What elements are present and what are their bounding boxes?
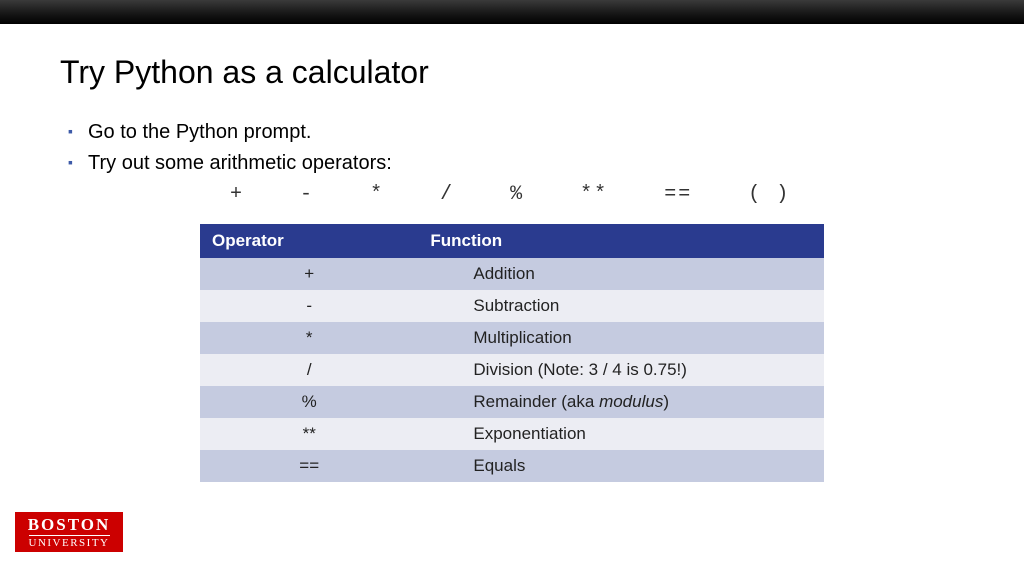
table-row: * Multiplication [200,322,824,354]
cell-function: Remainder (aka modulus) [418,386,824,418]
cell-text-italic: modulus [599,392,663,411]
table-row: ** Exponentiation [200,418,824,450]
operator-symbol: * [370,183,384,206]
operator-symbol: + [230,183,244,206]
slide-title: Try Python as a calculator [60,54,964,91]
bullet-list: Go to the Python prompt. Try out some ar… [60,121,964,175]
table-row: - Subtraction [200,290,824,322]
cell-function: Exponentiation [418,418,824,450]
table-row: + Addition [200,258,824,290]
table-row: / Division (Note: 3 / 4 is 0.75!) [200,354,824,386]
operators-inline: + - * / % ** == ( ) [60,183,964,206]
table-header-function: Function [418,224,824,258]
cell-operator: ** [200,418,418,450]
cell-operator: - [200,290,418,322]
cell-operator: / [200,354,418,386]
cell-text: Remainder (aka [473,392,599,411]
logo-line-2: UNIVERSITY [29,535,110,549]
operator-symbol: - [300,183,314,206]
cell-function: Division (Note: 3 / 4 is 0.75!) [418,354,824,386]
operator-symbol: / [440,183,454,206]
cell-operator: == [200,450,418,482]
cell-operator: + [200,258,418,290]
logo-line-1: BOSTON [28,516,111,533]
cell-text: ) [663,392,669,411]
operator-symbol: ** [580,183,608,206]
bullet-item: Try out some arithmetic operators: [68,152,964,175]
table-header-row: Operator Function [200,224,824,258]
table-row: == Equals [200,450,824,482]
cell-function: Multiplication [418,322,824,354]
cell-function: Equals [418,450,824,482]
operator-symbol: % [510,183,524,206]
cell-operator: % [200,386,418,418]
bullet-item: Go to the Python prompt. [68,121,964,144]
operator-table-wrap: Operator Function + Addition - Subtracti… [60,224,964,482]
operator-symbol: ( ) [748,183,790,206]
slide-content: Try Python as a calculator Go to the Pyt… [0,24,1024,482]
cell-operator: * [200,322,418,354]
cell-function: Addition [418,258,824,290]
window-topbar [0,0,1024,24]
operator-table: Operator Function + Addition - Subtracti… [200,224,824,482]
boston-university-logo: BOSTON UNIVERSITY [15,512,123,552]
table-header-operator: Operator [200,224,418,258]
cell-function: Subtraction [418,290,824,322]
operator-symbol: == [664,183,692,206]
table-row: % Remainder (aka modulus) [200,386,824,418]
